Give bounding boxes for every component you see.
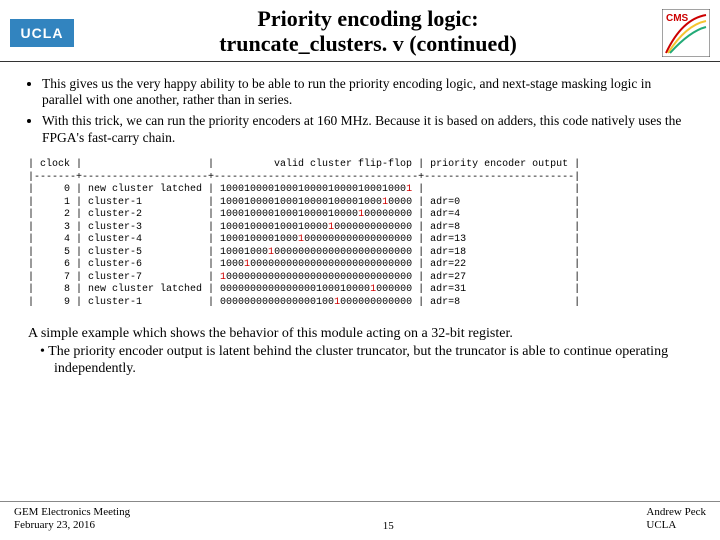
footer-right: Andrew Peck UCLA — [646, 502, 706, 532]
bullet-item: This gives us the very happy ability to … — [42, 76, 692, 110]
slide-footer: GEM Electronics Meeting February 23, 201… — [0, 501, 720, 532]
cms-logo: CMS — [662, 9, 710, 57]
slide-title: Priority encoding logic: truncate_cluste… — [74, 6, 662, 61]
footer-author: Andrew Peck — [646, 506, 706, 518]
bullet-item: With this trick, we can run the priority… — [42, 113, 692, 147]
title-line-2: truncate_clusters. v (continued) — [219, 31, 517, 56]
footer-date: February 23, 2016 — [14, 519, 95, 531]
timing-table: | clock | | valid cluster flip-flop | pr… — [28, 159, 692, 309]
footer-left: GEM Electronics Meeting February 23, 201… — [14, 502, 130, 532]
caption-line: A simple example which shows the behavio… — [28, 326, 513, 341]
svg-text:CMS: CMS — [666, 13, 689, 24]
footer-page: 15 — [383, 516, 394, 532]
caption-subline: • The priority encoder output is latent … — [40, 343, 692, 378]
ucla-logo: UCLA — [10, 19, 74, 47]
slide-body: This gives us the very happy ability to … — [0, 62, 720, 378]
example-caption: A simple example which shows the behavio… — [28, 325, 692, 378]
footer-affil: UCLA — [646, 519, 676, 531]
footer-meeting: GEM Electronics Meeting — [14, 506, 130, 518]
title-line-1: Priority encoding logic: — [257, 6, 478, 31]
slide-header: UCLA Priority encoding logic: truncate_c… — [0, 0, 720, 62]
bullet-list: This gives us the very happy ability to … — [28, 76, 692, 148]
